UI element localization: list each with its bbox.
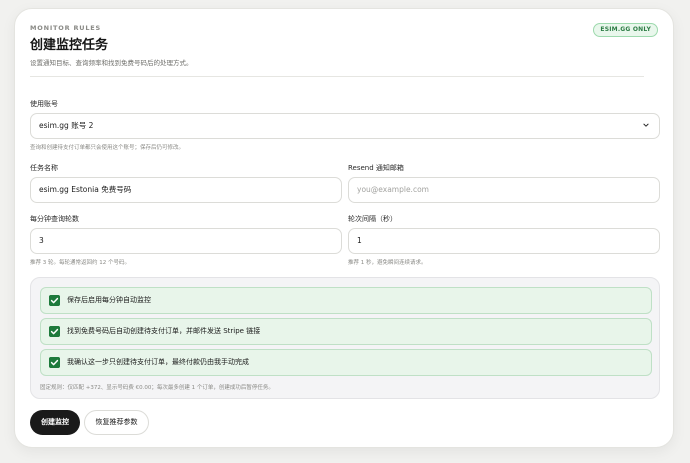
checkbox-checked-icon[interactable] [49,295,60,306]
create-monitor-button[interactable]: 创建监控 [30,410,80,435]
options-panel: 保存后启用每分钟自动监控 找到免费号码后自动创建待支付订单，并邮件发送 Stri… [30,277,660,399]
task-name-input[interactable]: esim.gg Estonia 免费号码 [30,177,342,203]
chevron-down-icon [643,123,649,127]
checkbox-checked-icon[interactable] [49,326,60,337]
option-auto-monitor[interactable]: 保存后启用每分钟自动监控 [40,287,652,314]
monitor-form-card: MONITOR RULES 创建监控任务 设置通知目标、查询频率和找到免费号码后… [14,8,674,448]
account-label: 使用账号 [30,100,58,108]
interval-label: 轮次间隔（秒） [348,215,397,223]
resend-email-label: Resend 通知邮箱 [348,164,404,172]
task-name-label: 任务名称 [30,164,58,172]
option-auto-order[interactable]: 找到免费号码后自动创建待支付订单，并邮件发送 Stripe 链接 [40,318,652,345]
scope-badge: ESIM.GG ONLY [593,23,658,37]
header-divider [30,76,644,77]
account-hint: 查询和创建待支付订单都只会使用这个账号；保存后仍可修改。 [30,145,185,151]
account-select[interactable]: esim.gg 账号 2 [30,113,660,139]
resend-email-input[interactable]: you@example.com [348,177,660,203]
rounds-hint: 推荐 3 轮。每轮通常返回约 12 个号码。 [30,260,130,266]
option-confirm-manual-payment[interactable]: 我确认这一步只创建待支付订单，最终付款仍由我手动完成 [40,349,652,376]
option-label: 保存后启用每分钟自动监控 [67,296,151,304]
rounds-label: 每分钟查询轮数 [30,215,79,223]
account-select-value: esim.gg 账号 2 [39,121,94,130]
interval-hint: 推荐 1 秒，避免瞬间连续请求。 [348,260,427,266]
option-label: 找到免费号码后自动创建待支付订单，并邮件发送 Stripe 链接 [67,327,261,335]
page-subtitle: 设置通知目标、查询频率和找到免费号码后的处理方式。 [30,59,193,67]
rounds-input[interactable]: 3 [30,228,342,254]
checkbox-checked-icon[interactable] [49,357,60,368]
reset-defaults-button[interactable]: 恢复推荐参数 [84,410,149,435]
option-label: 我确认这一步只创建待支付订单，最终付款仍由我手动完成 [67,358,249,366]
section-eyebrow: MONITOR RULES [30,24,102,32]
page-title: 创建监控任务 [30,38,109,53]
interval-input[interactable]: 1 [348,228,660,254]
fixed-rules-note: 固定规则：仅匹配 +372、显示号码费 €0.00；每次最多创建 1 个订单，创… [40,385,274,391]
